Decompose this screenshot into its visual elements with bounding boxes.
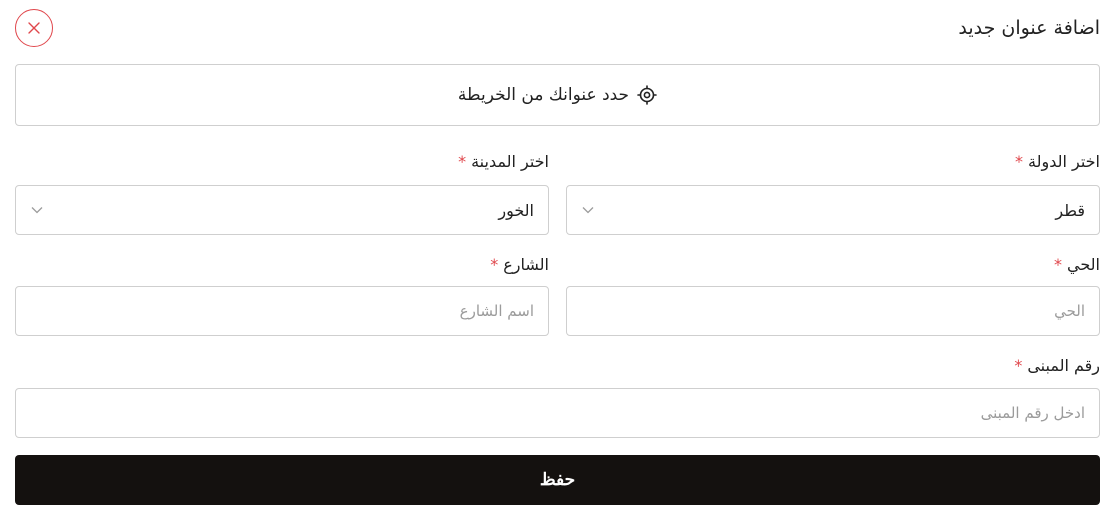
district-input[interactable] [581, 287, 1085, 335]
district-label: الحي* [1054, 255, 1100, 274]
street-input[interactable] [30, 287, 534, 335]
map-button-label: حدد عنوانك من الخريطة [457, 85, 630, 105]
required-mark: * [1015, 152, 1024, 171]
required-mark: * [458, 152, 467, 171]
country-label: اختر الدولة* [1015, 152, 1100, 171]
required-mark: * [1054, 255, 1063, 274]
country-value: قطر [1055, 200, 1085, 220]
country-select[interactable]: قطر [566, 185, 1100, 235]
required-mark: * [490, 255, 499, 274]
building-input[interactable] [30, 389, 1085, 437]
building-field[interactable] [15, 388, 1100, 438]
chevron-down-icon [581, 203, 595, 217]
city-select[interactable]: الخور [15, 185, 549, 235]
city-label: اختر المدينة* [458, 152, 549, 171]
street-label: الشارع* [490, 255, 549, 274]
select-from-map-button[interactable]: حدد عنوانك من الخريطة [15, 64, 1100, 126]
street-field[interactable] [15, 286, 549, 336]
city-label-text: اختر المدينة [471, 152, 549, 171]
district-label-text: الحي [1067, 255, 1100, 274]
building-label-text: رقم المبنى [1027, 356, 1100, 375]
country-label-text: اختر الدولة [1028, 152, 1100, 171]
chevron-down-icon [30, 203, 44, 217]
close-button[interactable] [15, 9, 53, 47]
modal-header: اضافة عنوان جديد [15, 9, 1100, 47]
building-label: رقم المبنى* [1014, 356, 1100, 375]
location-target-icon [637, 85, 657, 105]
district-field[interactable] [566, 286, 1100, 336]
page-title: اضافة عنوان جديد [958, 17, 1100, 39]
close-icon [28, 22, 40, 34]
required-mark: * [1014, 356, 1023, 375]
city-value: الخور [498, 200, 534, 220]
save-button[interactable]: حفظ [15, 455, 1100, 505]
street-label-text: الشارع [503, 255, 549, 274]
